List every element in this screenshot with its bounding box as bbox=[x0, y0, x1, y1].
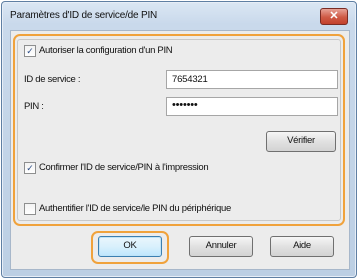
cancel-button[interactable]: Annuler bbox=[189, 236, 253, 257]
auth-device-label: Authentifier l'ID de service/le PIN du p… bbox=[39, 203, 231, 214]
ok-button[interactable]: OK bbox=[98, 236, 162, 257]
service-id-input[interactable]: 7654321 bbox=[166, 70, 338, 89]
check-icon: ✓ bbox=[26, 46, 34, 56]
help-button[interactable]: Aide bbox=[270, 236, 334, 257]
dialog-window: Paramètres d'ID de service/de PIN ✕ ✓ Au… bbox=[1, 1, 357, 278]
pin-label: PIN : bbox=[24, 101, 44, 112]
pin-settings-group: ✓ Autoriser la configuration d'un PIN ID… bbox=[17, 39, 341, 221]
dialog-title: Paramètres d'ID de service/de PIN bbox=[10, 10, 158, 21]
pin-value: ••••••• bbox=[172, 99, 198, 111]
confirm-print-label: Confirmer l'ID de service/PIN à l'impres… bbox=[39, 162, 209, 173]
close-button[interactable]: ✕ bbox=[320, 8, 348, 25]
check-icon: ✓ bbox=[26, 163, 34, 173]
dialog-body: ✓ Autoriser la configuration d'un PIN ID… bbox=[10, 30, 350, 270]
confirm-print-checkbox[interactable]: ✓ bbox=[24, 162, 36, 174]
close-icon: ✕ bbox=[329, 10, 339, 22]
verify-button[interactable]: Vérifier bbox=[266, 131, 336, 152]
service-id-label: ID de service : bbox=[24, 74, 81, 85]
allow-pin-label: Autoriser la configuration d'un PIN bbox=[39, 45, 173, 56]
title-bar[interactable]: Paramètres d'ID de service/de PIN ✕ bbox=[2, 2, 356, 30]
pin-input[interactable]: ••••••• bbox=[166, 97, 338, 116]
service-id-value: 7654321 bbox=[172, 74, 208, 85]
auth-device-checkbox[interactable] bbox=[24, 203, 36, 215]
allow-pin-checkbox[interactable]: ✓ bbox=[24, 45, 36, 57]
